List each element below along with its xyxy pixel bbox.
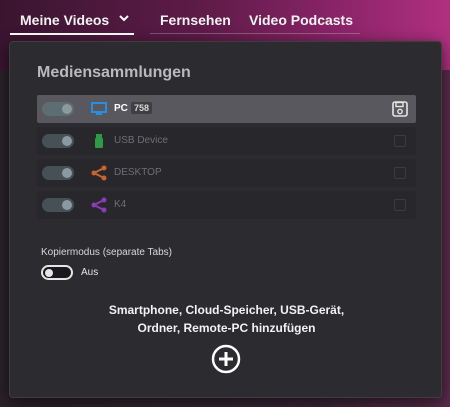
device-label: USB Device	[114, 135, 168, 146]
share-icon	[90, 165, 108, 181]
add-source-button[interactable]	[210, 343, 242, 375]
panel-title: Mediensammlungen	[37, 64, 191, 81]
copy-mode-switch[interactable]	[41, 265, 73, 280]
copy-mode-label: Kopiermodus (separate Tabs)	[41, 247, 172, 258]
save-icon[interactable]	[391, 100, 409, 118]
tab-fernsehen[interactable]: Fernsehen	[160, 12, 231, 28]
top-navigation: Meine Videos Fernsehen Video Podcasts	[0, 0, 450, 40]
tab-separator	[150, 33, 360, 34]
item-count-badge: 758	[131, 102, 153, 114]
tab-video-podcasts[interactable]: Video Podcasts	[249, 12, 353, 28]
device-toggle[interactable]	[42, 166, 74, 180]
device-row-k4[interactable]: K4	[37, 191, 416, 219]
tab-meine-videos[interactable]: Meine Videos	[20, 12, 129, 28]
add-source-text-line2: Ordner, Remote-PC hinzufügen	[137, 321, 316, 335]
tab-label: Fernsehen	[160, 12, 231, 28]
chevron-down-icon[interactable]	[119, 12, 129, 26]
media-collections-panel: Mediensammlungen PC 758 USB Device DESKT…	[9, 41, 442, 398]
tab-label: Meine Videos	[20, 12, 110, 28]
usb-icon	[90, 133, 108, 149]
monitor-icon	[90, 101, 108, 117]
device-toggle[interactable]	[42, 102, 74, 116]
add-source-text-line1: Smartphone, Cloud-Speicher, USB-Gerät,	[108, 303, 345, 317]
device-row-pc[interactable]: PC 758	[37, 95, 416, 123]
tab-label: Video Podcasts	[249, 12, 354, 28]
device-row-desktop[interactable]: DESKTOP	[37, 159, 416, 187]
device-row-usb[interactable]: USB Device	[37, 127, 416, 155]
save-icon[interactable]	[394, 135, 406, 147]
active-tab-indicator	[10, 33, 134, 35]
device-label: PC	[114, 103, 128, 114]
share-icon	[90, 197, 108, 213]
save-icon[interactable]	[394, 167, 406, 179]
copy-mode-state: Aus	[81, 267, 99, 278]
plus-circle-icon	[211, 344, 241, 374]
device-toggle[interactable]	[42, 198, 74, 212]
device-label: DESKTOP	[114, 167, 162, 178]
device-label: K4	[114, 199, 127, 210]
save-icon[interactable]	[394, 199, 406, 211]
device-toggle[interactable]	[42, 134, 74, 148]
